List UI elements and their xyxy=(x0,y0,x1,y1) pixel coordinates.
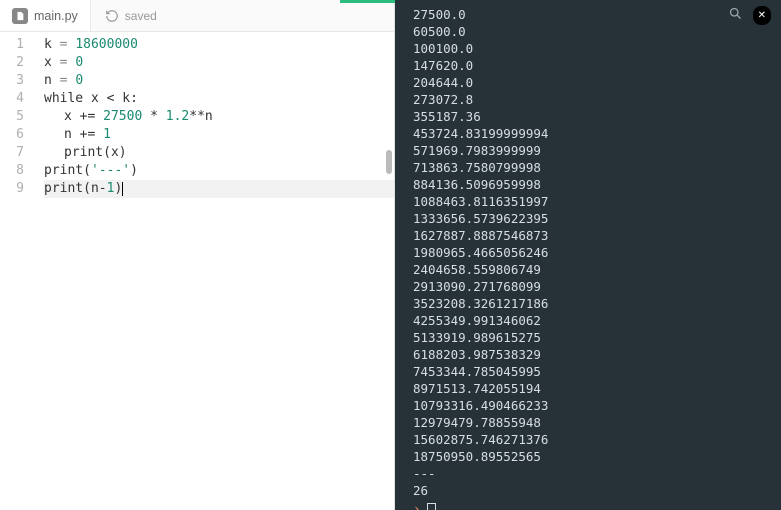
tab-filename: main.py xyxy=(34,9,78,23)
console-line: 1333656.5739622395 xyxy=(413,210,771,227)
console-line: 8971513.742055194 xyxy=(413,380,771,397)
console-prompt[interactable]: › xyxy=(413,500,771,510)
console-line: 1980965.4665056246 xyxy=(413,244,771,261)
console-line: 2404658.559806749 xyxy=(413,261,771,278)
console-line: 10793316.490466233 xyxy=(413,397,771,414)
prompt-caret-icon: › xyxy=(413,500,421,510)
code-line-3[interactable]: n = 0 xyxy=(44,72,394,90)
console-line: 60500.0 xyxy=(413,23,771,40)
close-badge[interactable]: ✕ xyxy=(753,6,771,25)
console-line: 884136.5096959998 xyxy=(413,176,771,193)
console-line: --- xyxy=(413,465,771,482)
line-gutter: 1 2 3 4 5 6 7 8 9 xyxy=(0,32,30,510)
editor-scrollbar-thumb[interactable] xyxy=(386,150,392,174)
console-line: 7453344.785045995 xyxy=(413,363,771,380)
console-line: 6188203.987538329 xyxy=(413,346,771,363)
console-line: 453724.83199999994 xyxy=(413,125,771,142)
console-line: 355187.36 xyxy=(413,108,771,125)
console-line: 4255349.991346062 xyxy=(413,312,771,329)
console-output: 27500.060500.0100100.0147620.0204644.027… xyxy=(413,6,771,499)
console-line: 26 xyxy=(413,482,771,499)
code-line-4[interactable]: while x < k: xyxy=(44,90,394,108)
code-line-6[interactable]: n += 1 xyxy=(44,126,394,144)
console-line: 1627887.8887546873 xyxy=(413,227,771,244)
console-cursor xyxy=(427,503,436,510)
console-line: 3523208.3261217186 xyxy=(413,295,771,312)
console-line: 15602875.746271376 xyxy=(413,431,771,448)
code-line-7[interactable]: print(x) xyxy=(44,144,394,162)
tab-main-py[interactable]: main.py xyxy=(0,0,91,31)
code-editor[interactable]: 1 2 3 4 5 6 7 8 9 k = 18600000 x = 0 n =… xyxy=(0,32,394,510)
console-line: 571969.7983999999 xyxy=(413,142,771,159)
editor-pane: main.py saved 1 2 3 4 5 6 7 8 9 k = 1860… xyxy=(0,0,395,510)
console-line: 5133919.989615275 xyxy=(413,329,771,346)
console-line: 12979479.78855948 xyxy=(413,414,771,431)
code-line-9[interactable]: print(n-1) xyxy=(44,180,394,198)
console-line: 713863.7580799998 xyxy=(413,159,771,176)
console-line: 27500.0 xyxy=(413,6,771,23)
code-line-5[interactable]: x += 27500 * 1.2**n xyxy=(44,108,394,126)
console-line: 100100.0 xyxy=(413,40,771,57)
code-line-8[interactable]: print('---') xyxy=(44,162,394,180)
console-pane[interactable]: ✕ 27500.060500.0100100.0147620.0204644.0… xyxy=(395,0,781,510)
console-line: 147620.0 xyxy=(413,57,771,74)
console-line: 1088463.8116351997 xyxy=(413,193,771,210)
code-area[interactable]: k = 18600000 x = 0 n = 0 while x < k: x … xyxy=(30,32,394,510)
code-line-1[interactable]: k = 18600000 xyxy=(44,36,394,54)
history-icon[interactable] xyxy=(105,9,119,23)
console-line: 18750950.89552565 xyxy=(413,448,771,465)
saved-status: saved xyxy=(91,9,157,23)
console-line: 273072.8 xyxy=(413,91,771,108)
code-line-2[interactable]: x = 0 xyxy=(44,54,394,72)
console-line: 2913090.271768099 xyxy=(413,278,771,295)
file-icon xyxy=(12,8,28,24)
tab-bar: main.py saved xyxy=(0,0,394,32)
cursor-caret xyxy=(122,182,123,196)
console-line: 204644.0 xyxy=(413,74,771,91)
search-icon[interactable] xyxy=(728,6,743,25)
saved-label: saved xyxy=(125,9,157,23)
console-toolbar: ✕ xyxy=(728,6,771,25)
